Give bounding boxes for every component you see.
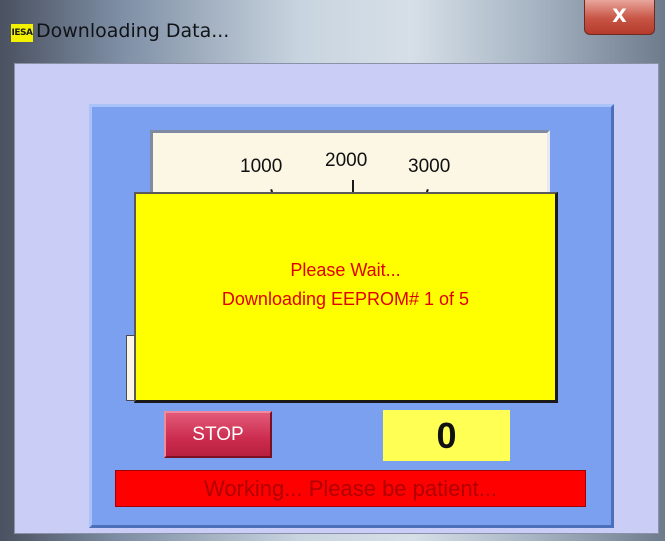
window-title: Downloading Data... bbox=[36, 20, 230, 42]
download-dialog-window: IESA Downloading Data... X 1000 2000 300… bbox=[0, 0, 665, 541]
close-icon: X bbox=[612, 5, 627, 27]
status-bar: Working... Please be patient... bbox=[115, 470, 586, 507]
title-bar[interactable]: IESA Downloading Data... X bbox=[0, 0, 665, 60]
gauge-tick bbox=[352, 180, 354, 192]
popup-progress-text: Downloading EEPROM# 1 of 5 bbox=[221, 289, 470, 309]
app-logo-icon: IESA bbox=[11, 24, 33, 42]
gauge-tick-label: 1000 bbox=[240, 156, 283, 177]
please-wait-popup: Please Wait... Downloading EEPROM# 1 of … bbox=[134, 192, 558, 403]
close-button[interactable]: X bbox=[584, 0, 655, 35]
counter-display: 0 bbox=[383, 410, 510, 461]
stop-button[interactable]: STOP bbox=[164, 411, 272, 458]
gauge-tick-label: 3000 bbox=[408, 156, 451, 177]
popup-wait-text: Please Wait... bbox=[290, 260, 401, 280]
gauge-tick-label: 2000 bbox=[325, 150, 368, 171]
